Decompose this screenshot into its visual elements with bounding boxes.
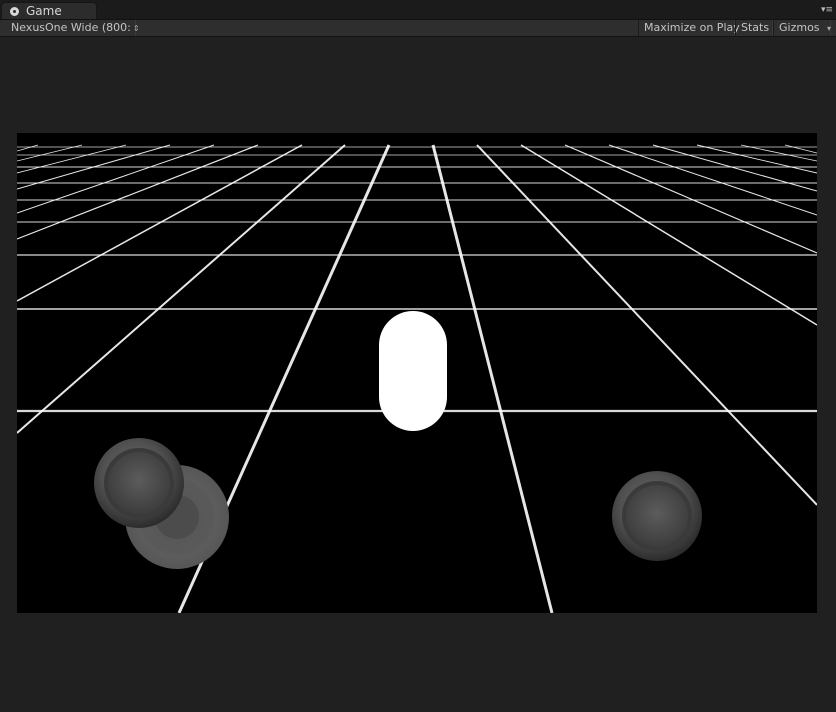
tab-bar: Game ▾≡ [0,0,836,20]
scene-canvas [17,144,817,613]
chevron-down-icon: ▾ [827,24,832,33]
gizmos-dropdown[interactable]: Gizmos ▾ [773,20,831,36]
game-toolbar: NexusOne Wide (800: ⇕ Maximize on Play St… [0,20,836,37]
stats-toggle[interactable]: Stats [735,20,773,36]
tab-label: Game [26,4,62,18]
dropdown-arrows-icon: ⇕ [132,24,140,33]
left-joystick[interactable] [94,438,229,569]
maximize-on-play-toggle[interactable]: Maximize on Play [638,20,740,36]
right-joystick[interactable] [612,471,702,561]
game-viewport[interactable] [17,133,817,613]
gizmos-label: Gizmos [779,21,820,34]
game-tab[interactable]: Game [1,2,97,19]
aspect-ratio-label: NexusOne Wide (800: [11,21,131,34]
aspect-ratio-dropdown[interactable]: NexusOne Wide (800: ⇕ [6,20,140,36]
window-menu-icon[interactable]: ▾≡ [821,6,833,15]
game-pacman-icon [10,7,19,16]
player-capsule [379,311,447,431]
